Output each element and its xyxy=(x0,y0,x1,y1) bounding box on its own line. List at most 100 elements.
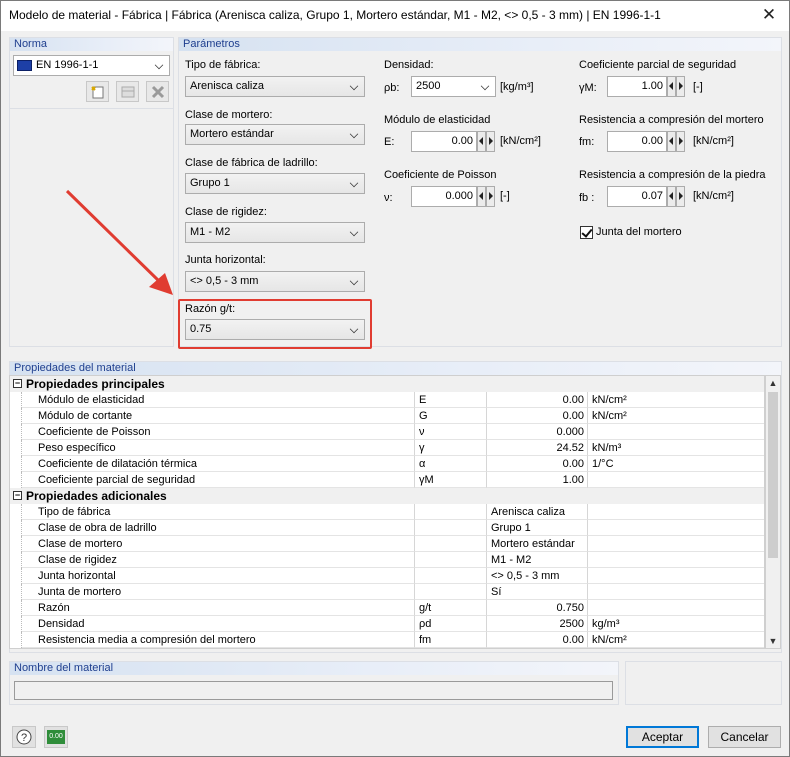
coef-seg-unit: [-] xyxy=(693,81,703,93)
delete-icon xyxy=(151,85,164,98)
collapse-icon[interactable]: − xyxy=(13,379,22,388)
property-name: Clase de obra de ladrillo xyxy=(22,520,415,536)
table-row[interactable]: Junta de mortero Sí xyxy=(10,584,764,600)
clase-ladrillo-value: Grupo 1 xyxy=(190,177,230,189)
clase-rigidez-select[interactable]: M1 - M2 xyxy=(185,222,365,243)
table-row[interactable]: Peso específico γ 24.52 kN/m³ xyxy=(10,440,764,456)
property-value: 0.00 xyxy=(487,456,588,472)
cancelar-button[interactable]: Cancelar xyxy=(708,726,781,748)
tipo-fabrica-select[interactable]: Arenisca caliza xyxy=(185,76,365,97)
scroll-up-icon[interactable]: ▲ xyxy=(768,378,778,388)
vertical-scrollbar[interactable]: ▲ ▼ xyxy=(765,375,781,649)
table-row[interactable]: Junta horizontal <> 0,5 - 3 mm xyxy=(10,568,764,584)
densidad-value: 2500 xyxy=(416,80,441,92)
res-mortero-input[interactable]: 0.00 xyxy=(607,131,667,152)
property-unit: kN/m³ xyxy=(588,440,764,456)
table-row[interactable]: Resistencia media a compresión del morte… xyxy=(10,632,764,648)
res-mortero-increment[interactable] xyxy=(676,131,685,152)
poisson-increment[interactable] xyxy=(486,186,495,207)
property-value: 0.00 xyxy=(487,392,588,408)
res-piedra-decrement[interactable] xyxy=(667,186,676,207)
poisson-input[interactable]: 0.000 xyxy=(411,186,477,207)
res-piedra-increment[interactable] xyxy=(676,186,685,207)
edit-norm-button[interactable] xyxy=(116,81,139,102)
coef-seg-increment[interactable] xyxy=(676,76,685,97)
poisson-decrement[interactable] xyxy=(477,186,486,207)
close-button[interactable]: ✕ xyxy=(755,3,783,27)
property-symbol xyxy=(415,520,487,536)
property-name: Clase de mortero xyxy=(22,536,415,552)
calculator-button[interactable]: 0.00 xyxy=(44,726,68,748)
chevron-down-icon xyxy=(154,60,164,70)
scroll-down-icon[interactable]: ▼ xyxy=(768,636,778,646)
property-name: Junta horizontal xyxy=(22,568,415,584)
property-unit: kg/m³ xyxy=(588,616,764,632)
property-value: Arenisca caliza xyxy=(487,504,588,520)
coef-seg-input[interactable]: 1.00 xyxy=(607,76,667,97)
section-title: Propiedades principales xyxy=(26,377,165,391)
aceptar-button[interactable]: Aceptar xyxy=(626,726,699,748)
property-symbol: γ xyxy=(415,440,487,456)
table-row[interactable]: Coeficiente de Poisson ν 0.000 xyxy=(10,424,764,440)
modulo-increment[interactable] xyxy=(486,131,495,152)
modulo-decrement[interactable] xyxy=(477,131,486,152)
tree-line xyxy=(10,600,22,616)
delete-norm-button[interactable] xyxy=(146,81,169,102)
res-piedra-symbol: fb : xyxy=(579,192,595,204)
scroll-thumb[interactable] xyxy=(768,392,778,558)
section-row[interactable]: − Propiedades adicionales xyxy=(10,488,764,504)
propiedades-header: Propiedades del material xyxy=(10,362,781,375)
collapse-icon[interactable]: − xyxy=(13,491,22,500)
norma-select[interactable]: EN 1996-1-1 xyxy=(13,55,170,76)
section-row[interactable]: − Propiedades principales xyxy=(10,376,764,392)
property-value: 0.000 xyxy=(487,424,588,440)
property-name: Resistencia media a compresión del morte… xyxy=(22,632,415,648)
property-value: 0.00 xyxy=(487,632,588,648)
property-name: Razón xyxy=(22,600,415,616)
property-unit: kN/cm² xyxy=(588,392,764,408)
res-mortero-label: Resistencia a compresión del mortero xyxy=(579,114,764,126)
clase-mortero-select[interactable]: Mortero estándar xyxy=(185,124,365,145)
junta-horizontal-select[interactable]: <> 0,5 - 3 mm xyxy=(185,271,365,292)
table-row[interactable]: Coeficiente de dilatación térmica α 0.00 1/… xyxy=(10,456,764,472)
tree-line xyxy=(10,552,22,568)
table-row[interactable]: Razón g/t 0.750 xyxy=(10,600,764,616)
property-value: M1 - M2 xyxy=(487,552,588,568)
table-row[interactable]: Densidad ρd 2500 kg/m³ xyxy=(10,616,764,632)
clase-ladrillo-select[interactable]: Grupo 1 xyxy=(185,173,365,194)
table-row[interactable]: Módulo de cortante G 0.00 kN/cm² xyxy=(10,408,764,424)
table-row[interactable]: Clase de rigidez M1 - M2 xyxy=(10,552,764,568)
densidad-unit: [kg/m³] xyxy=(500,81,534,93)
junta-mortero-checkbox[interactable] xyxy=(580,226,593,239)
property-name: Módulo de cortante xyxy=(22,408,415,424)
norma-divider xyxy=(10,108,173,109)
table-row[interactable]: Tipo de fábrica Arenisca caliza xyxy=(10,504,764,520)
tree-line xyxy=(10,504,22,520)
densidad-label: Densidad: xyxy=(384,59,434,71)
property-unit xyxy=(588,472,764,488)
property-name: Clase de rigidez xyxy=(22,552,415,568)
property-value: 1.00 xyxy=(487,472,588,488)
table-row[interactable]: Módulo de elasticidad E 0.00 kN/cm² xyxy=(10,392,764,408)
help-button[interactable]: ? xyxy=(12,726,36,748)
coef-seg-decrement[interactable] xyxy=(667,76,676,97)
table-row[interactable]: Clase de mortero Mortero estándar xyxy=(10,536,764,552)
window-title: Modelo de material - Fábrica | Fábrica (… xyxy=(9,8,661,22)
highlight-box xyxy=(178,299,372,349)
property-name: Coeficiente de Poisson xyxy=(22,424,415,440)
property-unit xyxy=(588,584,764,600)
new-norm-button[interactable] xyxy=(86,81,109,102)
modulo-unit: [kN/cm²] xyxy=(500,135,541,147)
table-row[interactable]: Clase de obra de ladrillo Grupo 1 xyxy=(10,520,764,536)
nombre-input[interactable] xyxy=(14,681,613,700)
new-document-icon xyxy=(90,85,103,98)
eu-flag-icon xyxy=(17,60,32,71)
table-row[interactable]: Coeficiente parcial de seguridad γM 1.00 xyxy=(10,472,764,488)
modulo-input[interactable]: 0.00 xyxy=(411,131,477,152)
title-bar: Modelo de material - Fábrica | Fábrica (… xyxy=(1,1,789,31)
res-piedra-input[interactable]: 0.07 xyxy=(607,186,667,207)
densidad-select[interactable]: 2500 xyxy=(411,76,496,97)
junta-horizontal-label: Junta horizontal: xyxy=(185,254,266,266)
res-mortero-decrement[interactable] xyxy=(667,131,676,152)
clase-rigidez-value: M1 - M2 xyxy=(190,226,231,238)
